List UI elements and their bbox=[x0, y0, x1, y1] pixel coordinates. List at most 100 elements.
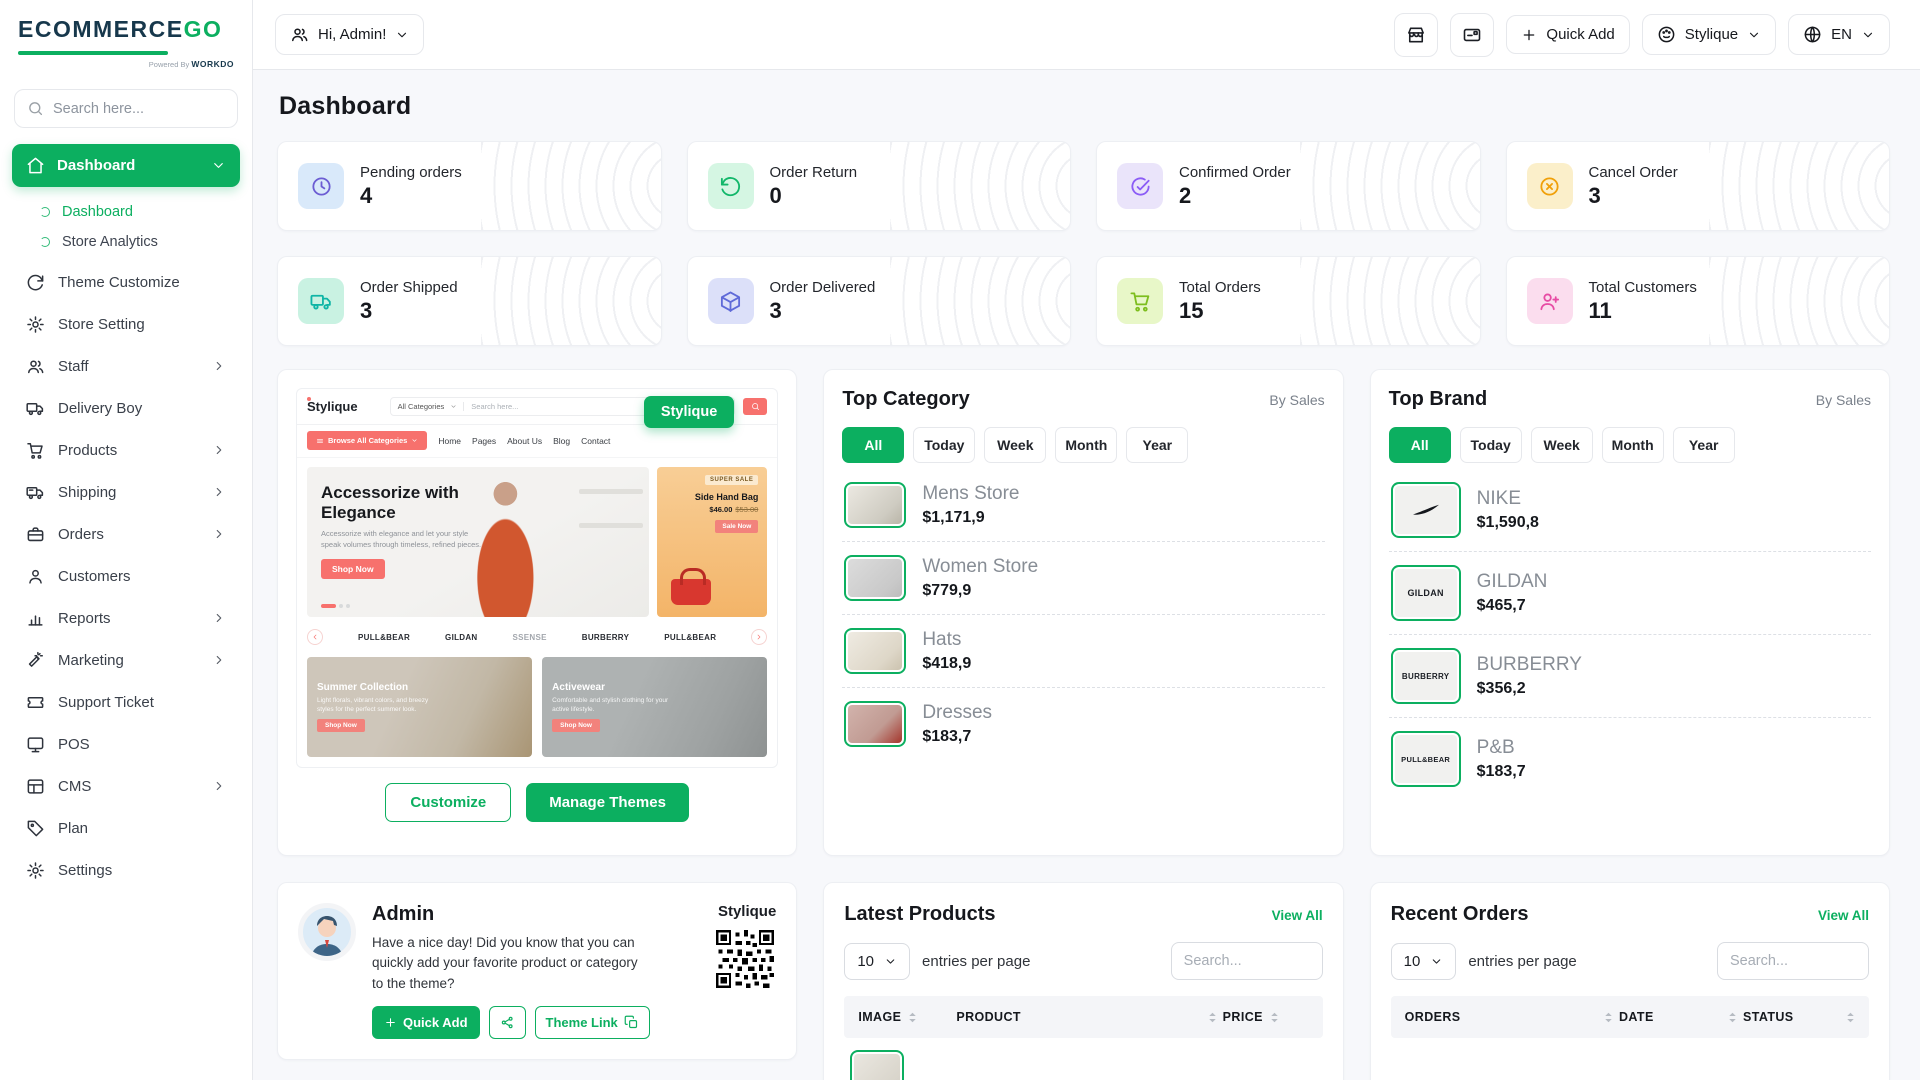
sort-icon[interactable] bbox=[1208, 1011, 1217, 1024]
latest-products-view-all-link[interactable]: View All bbox=[1272, 908, 1323, 923]
top-category-title: Top Category bbox=[842, 388, 969, 411]
sort-icon[interactable] bbox=[1270, 1011, 1279, 1024]
customize-button[interactable]: Customize bbox=[385, 783, 511, 822]
tab-year[interactable]: Year bbox=[1126, 427, 1188, 463]
sidebar-item-reports[interactable]: Reports bbox=[0, 597, 252, 639]
sidebar-search-input[interactable] bbox=[53, 101, 225, 117]
tab-today[interactable]: Today bbox=[1460, 427, 1522, 463]
tab-year[interactable]: Year bbox=[1673, 427, 1735, 463]
theme-label: Stylique bbox=[1685, 26, 1738, 43]
sidebar-item-label: Customers bbox=[58, 568, 226, 585]
latest-products-search-input[interactable] bbox=[1171, 942, 1323, 980]
quick-add-button[interactable]: Quick Add bbox=[1506, 15, 1629, 54]
theme-link-button[interactable]: Theme Link bbox=[535, 1006, 650, 1039]
stat-label: Confirmed Order bbox=[1179, 164, 1291, 181]
storefront-button[interactable] bbox=[1394, 13, 1438, 57]
top-brand-card: Top Brand By Sales All Today Week Month … bbox=[1370, 369, 1890, 856]
sidebar-item-products[interactable]: Products bbox=[0, 429, 252, 471]
stat-card-total-orders: Total Orders15 bbox=[1096, 256, 1481, 346]
stat-value: 3 bbox=[1589, 183, 1678, 209]
truck-icon bbox=[26, 483, 45, 502]
column-image[interactable]: IMAGE bbox=[858, 1010, 950, 1024]
tab-week[interactable]: Week bbox=[984, 427, 1046, 463]
stat-label: Order Return bbox=[770, 164, 858, 181]
sidebar-item-support-ticket[interactable]: Support Ticket bbox=[0, 681, 252, 723]
admin-quick-add-button[interactable]: Quick Add bbox=[372, 1006, 480, 1039]
sidebar-subitem-store-analytics[interactable]: Store Analytics bbox=[30, 227, 252, 257]
app-logo: ECOMMERCEGO Powered By WORKDO bbox=[0, 0, 252, 75]
sort-icon[interactable] bbox=[1604, 1011, 1613, 1024]
tab-month[interactable]: Month bbox=[1602, 427, 1664, 463]
bag-illustration bbox=[671, 579, 711, 605]
sidebar-menu: Dashboard Dashboard Store Analytics Them… bbox=[0, 134, 252, 1080]
promo-product-name: Side Hand Bag bbox=[695, 492, 759, 502]
sort-icon[interactable] bbox=[1846, 1011, 1855, 1024]
preview-nav-blog: Blog bbox=[553, 436, 570, 446]
theme-switcher-button[interactable]: Stylique bbox=[1642, 14, 1776, 55]
share-button[interactable] bbox=[489, 1006, 526, 1039]
sidebar-item-orders[interactable]: Orders bbox=[0, 513, 252, 555]
recent-orders-search-input[interactable] bbox=[1717, 942, 1869, 980]
rotate-cw-icon bbox=[26, 273, 45, 292]
sidebar-item-store-setting[interactable]: Store Setting bbox=[0, 303, 252, 345]
sidebar-item-settings[interactable]: Settings bbox=[0, 849, 252, 891]
sidebar-item-staff[interactable]: Staff bbox=[0, 345, 252, 387]
sidebar-subitem-dashboard[interactable]: Dashboard bbox=[30, 197, 252, 227]
recent-orders-card: Recent Orders View All 10 entries per pa… bbox=[1370, 882, 1890, 1080]
tab-all[interactable]: All bbox=[842, 427, 904, 463]
pos-register-button[interactable] bbox=[1450, 13, 1494, 57]
logo-accent: GO bbox=[184, 16, 223, 42]
sidebar-item-delivery-boy[interactable]: Delivery Boy bbox=[0, 387, 252, 429]
sort-icon[interactable] bbox=[908, 1011, 917, 1024]
preview-nav-home: Home bbox=[438, 436, 461, 446]
language-button[interactable]: EN bbox=[1788, 14, 1890, 55]
gear-icon bbox=[26, 315, 45, 334]
sidebar-item-label: CMS bbox=[58, 778, 199, 795]
per-page-select[interactable]: 10 bbox=[1391, 943, 1457, 980]
carousel-right-icon bbox=[751, 629, 767, 645]
sort-icon[interactable] bbox=[1728, 1011, 1737, 1024]
chevron-right-icon bbox=[212, 359, 226, 373]
manage-themes-button[interactable]: Manage Themes bbox=[526, 783, 689, 822]
recent-orders-title: Recent Orders bbox=[1391, 903, 1529, 926]
brand-thumbnail: BURBERRY bbox=[1391, 648, 1461, 704]
preview-tile-activewear: Activewear Comfortable and stylish cloth… bbox=[542, 657, 767, 757]
per-page-select[interactable]: 10 bbox=[844, 943, 910, 980]
sidebar-item-cms[interactable]: CMS bbox=[0, 765, 252, 807]
sidebar-item-shipping[interactable]: Shipping bbox=[0, 471, 252, 513]
monitor-icon bbox=[26, 735, 45, 754]
user-icon bbox=[26, 567, 45, 586]
tab-week[interactable]: Week bbox=[1531, 427, 1593, 463]
tab-today[interactable]: Today bbox=[913, 427, 975, 463]
sidebar-item-customers[interactable]: Customers bbox=[0, 555, 252, 597]
theme-badge[interactable]: Stylique bbox=[644, 396, 734, 428]
preview-brand-strip: PULL&BEAR GILDAN SSENSE BURBERRY PULL&BE… bbox=[297, 617, 777, 657]
user-menu-button[interactable]: Hi, Admin! bbox=[275, 14, 424, 55]
tab-month[interactable]: Month bbox=[1055, 427, 1117, 463]
column-status[interactable]: STATUS bbox=[1743, 1010, 1855, 1024]
column-price[interactable]: PRICE bbox=[1223, 1010, 1309, 1024]
chevron-right-icon bbox=[212, 779, 226, 793]
sidebar-item-label: Delivery Boy bbox=[58, 400, 226, 417]
sidebar-item-dashboard[interactable]: Dashboard bbox=[12, 144, 240, 187]
column-orders[interactable]: ORDERS bbox=[1405, 1010, 1613, 1024]
recent-orders-view-all-link[interactable]: View All bbox=[1818, 908, 1869, 923]
language-label: EN bbox=[1831, 26, 1852, 43]
stat-label: Total Orders bbox=[1179, 279, 1261, 296]
sidebar-item-label: Staff bbox=[58, 358, 199, 375]
chevron-right-icon bbox=[212, 443, 226, 457]
top-category-tabs: All Today Week Month Year bbox=[842, 427, 1324, 463]
sidebar-item-theme-customize[interactable]: Theme Customize bbox=[0, 261, 252, 303]
tab-all[interactable]: All bbox=[1389, 427, 1451, 463]
column-date[interactable]: DATE bbox=[1619, 1010, 1737, 1024]
column-product[interactable]: PRODUCT bbox=[956, 1010, 1216, 1024]
sidebar-item-pos[interactable]: POS bbox=[0, 723, 252, 765]
sidebar-item-label: Products bbox=[58, 442, 199, 459]
sidebar-item-plan[interactable]: Plan bbox=[0, 807, 252, 849]
category-row-hats: Hats$418,9 bbox=[842, 614, 1324, 687]
category-thumbnail bbox=[844, 628, 906, 674]
sidebar-item-marketing[interactable]: Marketing bbox=[0, 639, 252, 681]
brand-row-pb: PULL&BEAR P&B$183,7 bbox=[1389, 717, 1871, 800]
sidebar-search[interactable] bbox=[14, 89, 238, 128]
category-row-mens-store: Mens Store$1,171,9 bbox=[842, 469, 1324, 541]
